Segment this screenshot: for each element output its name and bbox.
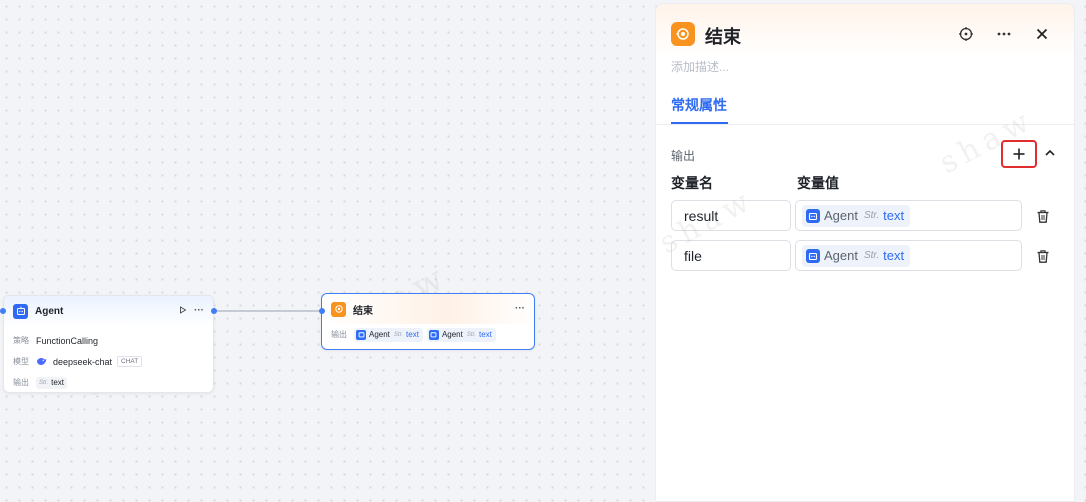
agent-input-port[interactable] — [0, 308, 6, 314]
end-output-label: 输出 — [331, 330, 347, 339]
deepseek-logo-icon — [36, 357, 47, 366]
variable-name-input[interactable]: file — [671, 240, 791, 271]
end-icon — [671, 22, 695, 46]
description-field[interactable]: 添加描述... — [671, 58, 729, 75]
agent-icon — [806, 208, 820, 223]
agent-output-port[interactable] — [211, 308, 217, 314]
locate-icon[interactable] — [956, 24, 976, 44]
variable-ref-chip: Agent Str. text — [802, 244, 911, 267]
end-input-port[interactable] — [319, 308, 325, 314]
more-icon[interactable] — [994, 24, 1014, 44]
properties-panel: 结束 添加描述... 常规属性 输出 变量名 变量值 result Agent … — [655, 3, 1075, 502]
close-icon[interactable] — [1032, 24, 1052, 44]
model-label: 模型 — [13, 357, 29, 366]
delete-icon[interactable] — [1035, 208, 1051, 224]
model-type-tag: CHAT — [117, 356, 143, 367]
output-chip: Str. text — [36, 376, 68, 389]
output-ref-chip: Agent Str. text — [354, 327, 423, 342]
end-icon — [331, 301, 346, 317]
variable-value-selector[interactable]: Agent Str. text — [795, 240, 1022, 271]
collapse-button[interactable] — [1041, 144, 1059, 162]
end-node-title: 结束 — [353, 305, 373, 317]
agent-node[interactable]: Agent ··· 策略 FunctionCalling 模型 deepseek… — [3, 295, 214, 393]
variable-ref-chip: Agent Str. text — [802, 204, 911, 227]
strategy-label: 策略 — [13, 336, 29, 345]
chevron-up-icon — [1045, 149, 1055, 156]
divider — [656, 124, 1074, 125]
panel-title[interactable]: 结束 — [705, 23, 741, 49]
variable-value-selector[interactable]: Agent Str. text — [795, 200, 1022, 231]
more-icon[interactable]: ··· — [194, 306, 204, 316]
output-label: 输出 — [13, 378, 29, 387]
agent-icon — [13, 303, 28, 319]
plus-icon — [1013, 148, 1025, 160]
add-output-button[interactable] — [1001, 140, 1037, 168]
variable-value-header: 变量值 — [797, 175, 839, 191]
output-ref-chip: Agent Str. text — [426, 327, 496, 342]
more-icon[interactable]: ··· — [515, 304, 525, 314]
end-node[interactable]: 结束 ··· 输出 Agent Str. text Agent Str. tex… — [321, 293, 535, 350]
tab-general-properties[interactable]: 常规属性 — [671, 95, 727, 115]
variable-name-input[interactable]: result — [671, 200, 791, 231]
agent-icon — [356, 329, 366, 340]
variable-name-header: 变量名 — [671, 175, 713, 191]
connection-edge — [214, 310, 322, 312]
agent-icon — [806, 248, 820, 263]
model-value: deepseek-chat — [53, 356, 113, 367]
output-section-label: 输出 — [671, 149, 696, 163]
agent-node-title: Agent — [35, 305, 64, 317]
workflow-canvas[interactable]: shaw shaw Agent ··· 策略 FunctionCalling 模… — [0, 0, 656, 502]
delete-icon[interactable] — [1035, 248, 1051, 264]
strategy-value: FunctionCalling — [36, 335, 99, 346]
agent-icon — [428, 329, 439, 340]
run-icon[interactable] — [179, 305, 187, 317]
